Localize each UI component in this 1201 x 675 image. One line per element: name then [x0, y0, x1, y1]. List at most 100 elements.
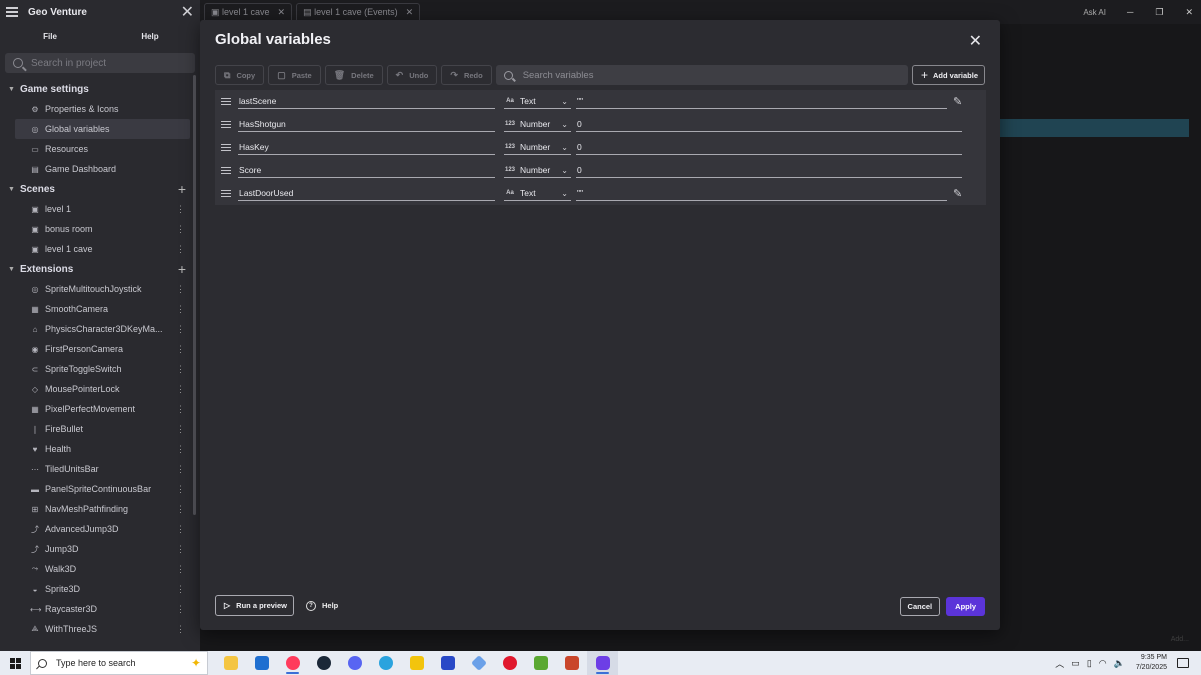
add-variable-button[interactable]: + Add variable	[911, 65, 985, 85]
malwarebytes-icon[interactable]	[432, 651, 463, 675]
variable-name-field[interactable]: LastDoorUsed	[238, 186, 495, 201]
opera-icon[interactable]	[494, 651, 525, 675]
more-icon[interactable]: ⋮	[176, 484, 185, 495]
search-variables-input[interactable]: Search variables	[495, 65, 908, 85]
extension-item[interactable]: ⊞ NavMeshPathfinding ⋮	[0, 499, 190, 519]
volume-icon[interactable]: 🔈	[1114, 658, 1125, 669]
ask-ai-button[interactable]: Ask AI	[1083, 8, 1106, 17]
bolt-icon[interactable]	[401, 651, 432, 675]
close-icon[interactable]: ✕	[278, 7, 286, 18]
more-icon[interactable]: ⋮	[176, 324, 185, 335]
variable-name-field[interactable]: lastScene	[238, 94, 495, 109]
variable-value-field[interactable]: ""	[576, 94, 947, 109]
variable-value-field[interactable]: 0	[576, 117, 962, 132]
extension-item[interactable]: ◉ FirstPersonCamera ⋮	[0, 339, 190, 359]
extension-item[interactable]: ◎ SpriteMultitouchJoystick ⋮	[0, 279, 190, 299]
close-window-icon[interactable]: ✕	[1185, 7, 1193, 18]
scene-item[interactable]: ▣ level 1 cave ⋮	[0, 239, 190, 259]
extension-item[interactable]: ⤴ Jump3D ⋮	[0, 539, 190, 559]
variable-type-select[interactable]: Aa Text ⌄	[504, 94, 571, 109]
add-scene-icon[interactable]: +	[178, 181, 186, 197]
extension-item[interactable]: ⟁ WithThreeJS ⋮	[0, 619, 190, 639]
run-preview-button[interactable]: ▷ Run a preview	[215, 595, 295, 616]
drag-handle-icon[interactable]	[221, 119, 231, 131]
more-icon[interactable]: ⋮	[176, 544, 185, 555]
variable-value-field[interactable]: 0	[576, 163, 962, 178]
more-icon[interactable]: ⋮	[176, 564, 185, 575]
chevron-up-icon[interactable]: ︿	[1055, 657, 1064, 670]
variable-name-field[interactable]: HasShotgun	[238, 117, 495, 132]
extension-item[interactable]: ◒ Sprite3D ⋮	[0, 579, 190, 599]
menu-icon[interactable]	[6, 5, 18, 20]
scene-item[interactable]: ▣ level 1 ⋮	[0, 199, 190, 219]
outlook-icon[interactable]	[246, 651, 277, 675]
telegram-icon[interactable]	[370, 651, 401, 675]
battery-icon[interactable]: ▭	[1071, 658, 1080, 669]
more-icon[interactable]: ⋮	[176, 304, 185, 315]
taskbar-search-input[interactable]: Type here to search ✦	[30, 651, 208, 675]
pen-app-icon[interactable]	[525, 651, 556, 675]
variable-type-select[interactable]: 123 Number ⌄	[504, 140, 571, 155]
variable-row[interactable]: LastDoorUsed Aa Text ⌄ "" ✎	[215, 182, 986, 205]
clock[interactable]: 9:35 PM 7/20/2025	[1136, 653, 1167, 673]
sidebar-item-global-variables[interactable]: ◎ Global variables	[15, 119, 190, 139]
sidebar-item-properties[interactable]: ⚙ Properties & Icons	[0, 99, 190, 119]
extension-item[interactable]: ◇ MousePointerLock ⋮	[0, 379, 190, 399]
more-icon[interactable]: ⋮	[176, 404, 185, 415]
sidebar-scrollbar[interactable]	[193, 75, 196, 515]
variable-row[interactable]: HasKey 123 Number ⌄ 0	[215, 136, 986, 159]
start-button[interactable]	[0, 657, 30, 669]
scene-item[interactable]: ▣ bonus room ⋮	[0, 219, 190, 239]
more-icon[interactable]: ⋮	[176, 344, 185, 355]
variable-row[interactable]: lastScene Aa Text ⌄ "" ✎	[215, 90, 986, 113]
more-icon[interactable]: ⋮	[176, 384, 185, 395]
delete-button[interactable]: 🗑 Delete	[324, 65, 383, 85]
redo-button[interactable]: ↷ Redo	[441, 65, 492, 85]
variable-type-select[interactable]: 123 Number ⌄	[504, 117, 571, 132]
section-scenes[interactable]: ▼ Scenes +	[0, 179, 200, 199]
wifi-icon[interactable]: ◠	[1099, 658, 1107, 669]
more-icon[interactable]: ⋮	[176, 524, 185, 535]
extension-item[interactable]: ▦ PixelPerfectMovement ⋮	[0, 399, 190, 419]
more-icon[interactable]: ⋮	[176, 364, 185, 375]
sidebar-item-resources[interactable]: ▭ Resources	[0, 139, 190, 159]
extension-item[interactable]: ⤴ AdvancedJump3D ⋮	[0, 519, 190, 539]
extension-item[interactable]: ⤳ Walk3D ⋮	[0, 559, 190, 579]
extension-item[interactable]: ▦ SmoothCamera ⋮	[0, 299, 190, 319]
minimize-icon[interactable]: ─	[1127, 7, 1133, 18]
undo-button[interactable]: ↶ Undo	[386, 65, 438, 85]
edit-pencil-icon[interactable]: ✎	[953, 95, 962, 108]
extension-item[interactable]: ⋯ TiledUnitsBar ⋮	[0, 459, 190, 479]
tab-help[interactable]: Help	[100, 24, 200, 50]
paste-button[interactable]: ▢ Paste	[268, 65, 321, 85]
variable-name-field[interactable]: HasKey	[238, 140, 495, 155]
extension-item[interactable]: ⟷ Raycaster3D ⋮	[0, 599, 190, 619]
close-icon[interactable]: ✕	[181, 2, 194, 22]
opera-gx-icon[interactable]	[277, 651, 308, 675]
more-icon[interactable]: ⋮	[176, 284, 185, 295]
more-icon[interactable]: ⋮	[176, 604, 185, 615]
sidebar-item-game-dashboard[interactable]: ▤ Game Dashboard	[0, 159, 190, 179]
section-extensions[interactable]: ▼ Extensions +	[0, 259, 200, 279]
variable-row[interactable]: HasShotgun 123 Number ⌄ 0	[215, 113, 986, 136]
notifications-icon[interactable]	[1177, 658, 1189, 668]
section-game-settings[interactable]: ▼ Game settings	[0, 79, 200, 99]
cancel-button[interactable]: Cancel	[899, 597, 941, 616]
drag-handle-icon[interactable]	[221, 96, 231, 108]
variable-row[interactable]: Score 123 Number ⌄ 0	[215, 159, 986, 182]
drag-handle-icon[interactable]	[221, 188, 231, 200]
gdevelop-icon[interactable]	[587, 651, 618, 675]
copilot-icon[interactable]: ✦	[191, 656, 201, 670]
variable-value-field[interactable]: ""	[576, 186, 947, 201]
more-icon[interactable]: ⋮	[176, 424, 185, 435]
more-icon[interactable]: ⋮	[176, 444, 185, 455]
more-icon[interactable]: ⋮	[176, 244, 185, 255]
close-icon[interactable]: ✕	[969, 31, 982, 51]
discord-icon[interactable]	[339, 651, 370, 675]
app-diamond-icon[interactable]	[463, 651, 494, 675]
project-search-input[interactable]: Search in project	[5, 53, 195, 73]
edit-pencil-icon[interactable]: ✎	[953, 187, 962, 200]
device-icon[interactable]: ▯	[1087, 658, 1092, 669]
tab-scene-editor[interactable]: ▣ level 1 cave ✕	[204, 3, 293, 21]
close-icon[interactable]: ✕	[406, 7, 414, 18]
